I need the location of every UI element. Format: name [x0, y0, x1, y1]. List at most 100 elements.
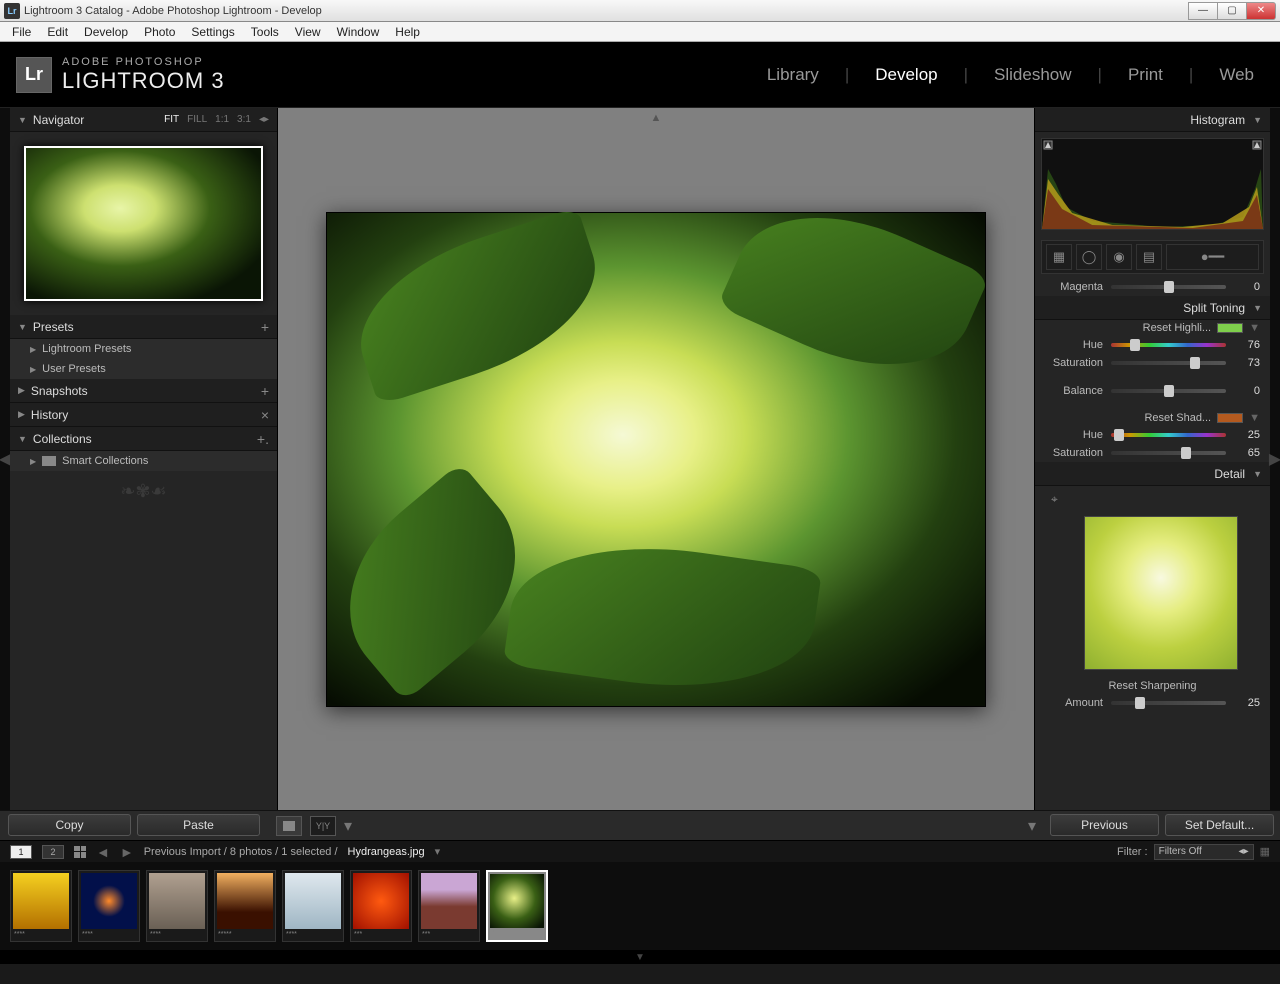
- disclosure-icon: ▼: [18, 434, 27, 444]
- histogram-header[interactable]: Histogram▼: [1035, 108, 1270, 132]
- filmstrip-thumb[interactable]: ***: [486, 870, 548, 942]
- panel-ornament: ❧✾☙: [10, 471, 277, 512]
- filmstrip-thumb[interactable]: *****: [214, 870, 276, 942]
- nav-zoom-menu[interactable]: ◂▸: [259, 114, 269, 125]
- snapshots-header[interactable]: ▶ Snapshots +: [10, 379, 277, 403]
- menu-bar: File Edit Develop Photo Settings Tools V…: [0, 22, 1280, 42]
- rating-stars: ****: [283, 931, 343, 941]
- reset-sharpening[interactable]: Reset Sharpening: [1035, 678, 1270, 694]
- grid-icon[interactable]: [74, 846, 86, 858]
- nav-3to1[interactable]: 3:1: [237, 114, 251, 125]
- set-default-button[interactable]: Set Default...: [1165, 814, 1274, 836]
- sh-sat-slider[interactable]: Saturation65: [1035, 444, 1270, 462]
- logo-badge: Lr: [16, 57, 52, 93]
- module-print[interactable]: Print: [1118, 65, 1173, 85]
- add-preset-icon[interactable]: +: [261, 319, 269, 335]
- reset-shadows[interactable]: Reset Shad...▼: [1035, 410, 1270, 426]
- menu-view[interactable]: View: [287, 23, 329, 41]
- compare-view-button[interactable]: Y|Y: [310, 816, 336, 836]
- minimize-button[interactable]: —: [1188, 2, 1218, 20]
- redeye-tool[interactable]: ◉: [1106, 244, 1132, 270]
- reset-highlights[interactable]: Reset Highli...▼: [1035, 320, 1270, 336]
- bottom-collapse[interactable]: ▼: [0, 950, 1280, 964]
- detail-thumbnail[interactable]: [1084, 516, 1238, 670]
- filmstrip-thumb[interactable]: ***: [418, 870, 480, 942]
- tool-strip: ▦ ◯ ◉ ▤ ●━━: [1041, 240, 1264, 274]
- toolbar-right-menu[interactable]: ▾: [1028, 816, 1036, 836]
- menu-file[interactable]: File: [4, 23, 39, 41]
- current-filename[interactable]: Hydrangeas.jpg: [348, 846, 425, 858]
- copy-button[interactable]: Copy: [8, 814, 131, 836]
- preset-folder[interactable]: ▶Lightroom Presets: [10, 339, 277, 359]
- hi-hue-slider[interactable]: Hue76: [1035, 336, 1270, 354]
- module-develop[interactable]: Develop: [865, 65, 947, 85]
- previous-button[interactable]: Previous: [1050, 814, 1159, 836]
- next-arrow-icon[interactable]: ►: [120, 844, 134, 860]
- right-expander[interactable]: ▶: [1270, 108, 1280, 810]
- filmstrip[interactable]: ******************************: [0, 862, 1280, 950]
- smart-collection-icon: [42, 456, 56, 466]
- navigator-thumbnail[interactable]: [24, 146, 263, 301]
- balance-slider[interactable]: Balance0: [1035, 382, 1270, 400]
- page-1[interactable]: 1: [10, 845, 32, 859]
- menu-photo[interactable]: Photo: [136, 23, 183, 41]
- main-photo[interactable]: [326, 212, 986, 707]
- left-expander[interactable]: ◀: [0, 108, 10, 810]
- brush-tool[interactable]: ●━━: [1166, 244, 1259, 270]
- add-collection-icon[interactable]: +.: [257, 431, 269, 447]
- menu-help[interactable]: Help: [387, 23, 428, 41]
- module-library[interactable]: Library: [757, 65, 829, 85]
- menu-window[interactable]: Window: [329, 23, 388, 41]
- filmstrip-thumb[interactable]: ****: [78, 870, 140, 942]
- menu-settings[interactable]: Settings: [183, 23, 242, 41]
- amount-slider[interactable]: Amount25: [1035, 694, 1270, 712]
- top-collapse-icon[interactable]: ▲: [651, 112, 662, 124]
- sh-hue-slider[interactable]: Hue25: [1035, 426, 1270, 444]
- history-header[interactable]: ▶ History ×: [10, 403, 277, 427]
- detail-target-icon[interactable]: ⌖: [1051, 492, 1058, 506]
- filter-select[interactable]: Filters Off◂▸: [1154, 844, 1254, 860]
- filename-menu-icon[interactable]: ▾: [435, 845, 441, 858]
- menu-edit[interactable]: Edit: [39, 23, 76, 41]
- nav-fit[interactable]: FIT: [164, 114, 179, 125]
- nav-fill[interactable]: FILL: [187, 114, 207, 125]
- prev-arrow-icon[interactable]: ◄: [96, 844, 110, 860]
- paste-button[interactable]: Paste: [137, 814, 260, 836]
- module-web[interactable]: Web: [1209, 65, 1264, 85]
- preset-folder[interactable]: ▶User Presets: [10, 359, 277, 379]
- collection-item[interactable]: ▶Smart Collections: [10, 451, 277, 471]
- filmstrip-thumb[interactable]: ***: [350, 870, 412, 942]
- grad-tool[interactable]: ▤: [1136, 244, 1162, 270]
- histogram[interactable]: [1041, 138, 1264, 230]
- right-panel: Histogram▼ ▦ ◯ ◉ ▤ ●━━ Magenta 0 Split T…: [1034, 108, 1270, 810]
- rating-stars: ****: [11, 931, 71, 941]
- collections-header[interactable]: ▼ Collections +.: [10, 427, 277, 451]
- spot-tool[interactable]: ◯: [1076, 244, 1102, 270]
- navigator-header[interactable]: ▼ Navigator FIT FILL 1:1 3:1 ◂▸: [10, 108, 277, 132]
- filter-lock-icon[interactable]: ▦: [1260, 845, 1270, 858]
- loupe-view-button[interactable]: [276, 816, 302, 836]
- maximize-button[interactable]: ▢: [1217, 2, 1247, 20]
- toolbar-menu-icon[interactable]: ▾: [344, 816, 352, 836]
- breadcrumb[interactable]: Previous Import / 8 photos / 1 selected …: [144, 846, 338, 858]
- module-slideshow[interactable]: Slideshow: [984, 65, 1082, 85]
- detail-header[interactable]: Detail▼: [1035, 462, 1270, 486]
- nav-1to1[interactable]: 1:1: [215, 114, 229, 125]
- clear-history-icon[interactable]: ×: [261, 407, 269, 423]
- page-2[interactable]: 2: [42, 845, 64, 859]
- window-title: Lightroom 3 Catalog - Adobe Photoshop Li…: [24, 5, 322, 17]
- crop-tool[interactable]: ▦: [1046, 244, 1072, 270]
- split-toning-header[interactable]: Split Toning▼: [1035, 296, 1270, 320]
- close-button[interactable]: ✕: [1246, 2, 1276, 20]
- hi-sat-slider[interactable]: Saturation73: [1035, 354, 1270, 372]
- loupe-view[interactable]: ▲: [278, 108, 1034, 810]
- menu-tools[interactable]: Tools: [243, 23, 287, 41]
- filmstrip-thumb[interactable]: ****: [282, 870, 344, 942]
- filmstrip-thumb[interactable]: ****: [146, 870, 208, 942]
- magenta-slider[interactable]: Magenta 0: [1035, 278, 1270, 296]
- add-snapshot-icon[interactable]: +: [261, 383, 269, 399]
- presets-header[interactable]: ▼ Presets +: [10, 315, 277, 339]
- filmstrip-thumb[interactable]: ****: [10, 870, 72, 942]
- menu-develop[interactable]: Develop: [76, 23, 136, 41]
- disclosure-icon: ▼: [1253, 115, 1262, 125]
